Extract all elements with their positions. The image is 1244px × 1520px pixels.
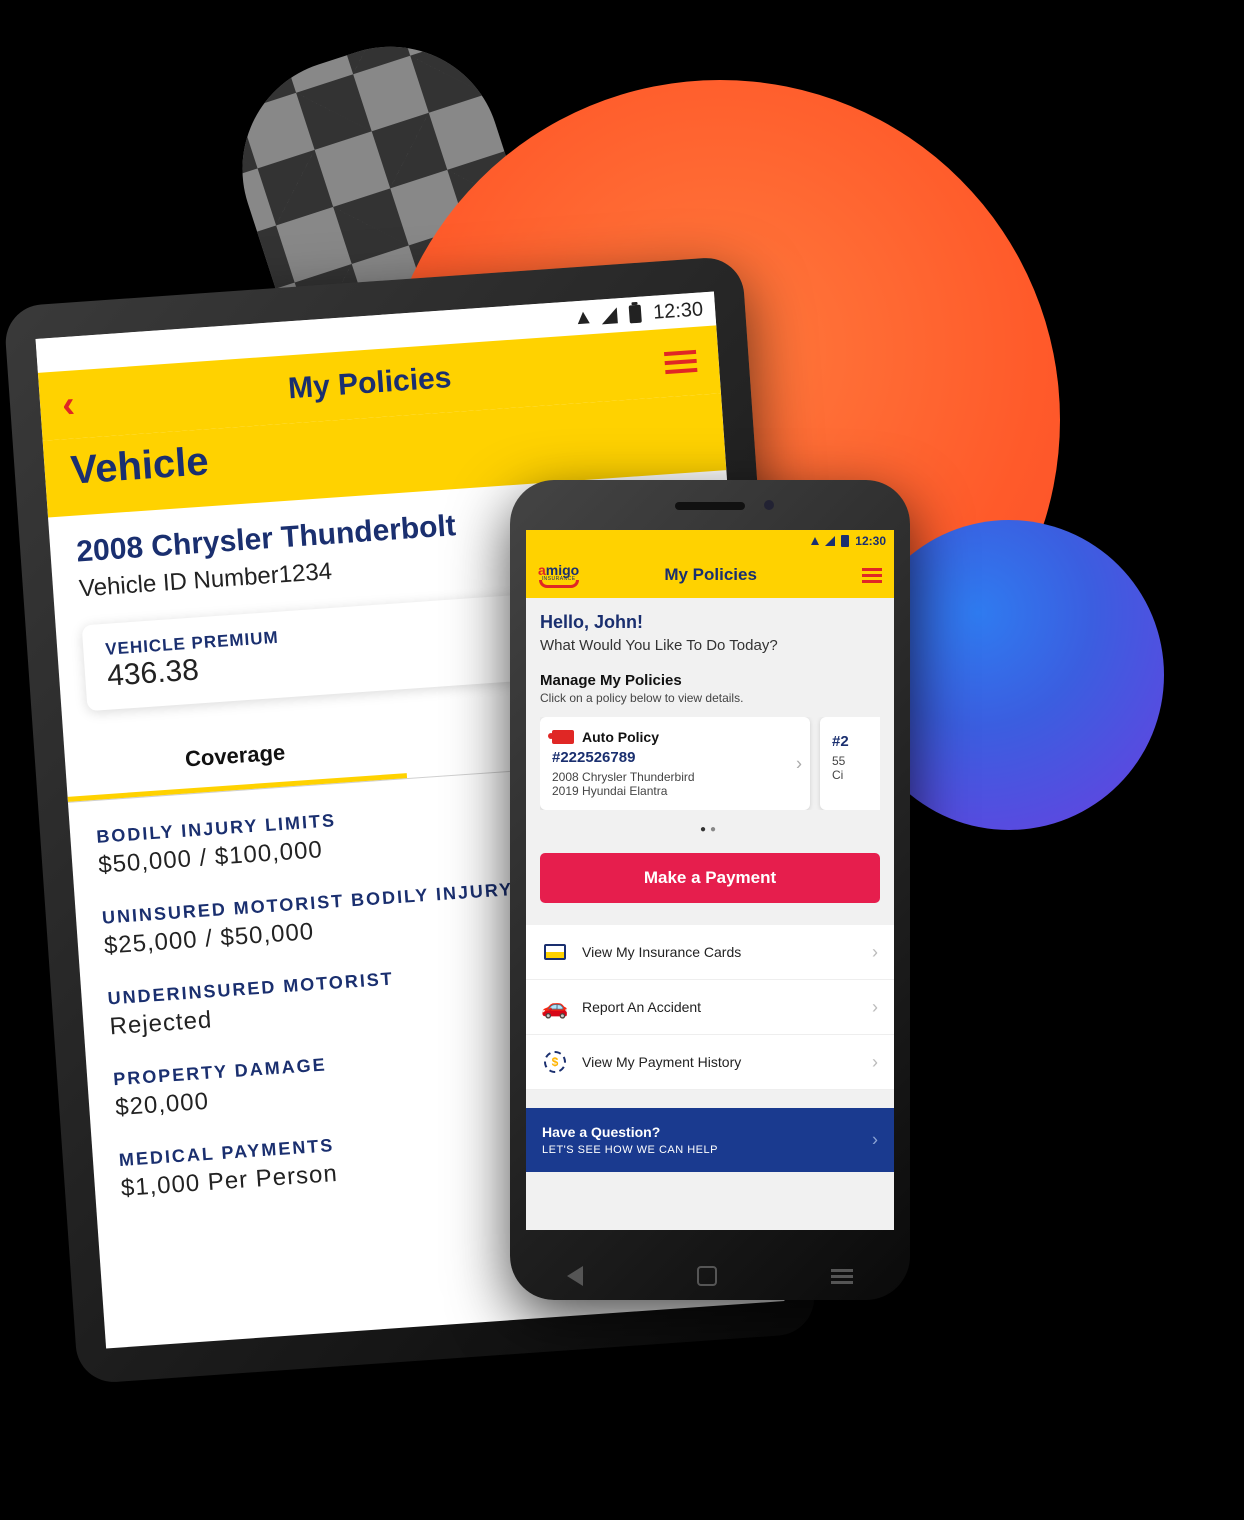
battery-icon — [841, 535, 849, 547]
page-title: My Policies — [664, 565, 757, 585]
make-payment-button[interactable]: Make a Payment — [540, 853, 880, 903]
policy-vehicle: Ci — [832, 768, 880, 782]
policy-vehicle: 2008 Chrysler Thunderbird — [552, 770, 798, 784]
policy-number: #222526789 — [552, 749, 798, 766]
battery-icon — [629, 305, 642, 324]
signal-icon — [825, 536, 835, 546]
hamburger-menu-icon[interactable] — [862, 568, 882, 583]
prompt-text: What Would You Like To Do Today? — [540, 637, 880, 654]
chevron-right-icon: › — [872, 1130, 878, 1151]
wifi-icon — [577, 311, 590, 324]
policy-card-title: Auto Policy — [582, 729, 659, 745]
policy-vehicle: 55 — [832, 754, 880, 768]
phone-camera — [764, 500, 774, 510]
wifi-icon — [811, 537, 819, 545]
phone-status-bar: 12:30 — [526, 530, 894, 552]
greeting: Hello, John! — [540, 612, 880, 633]
nav-recent-icon[interactable] — [831, 1269, 853, 1284]
hamburger-menu-icon[interactable] — [664, 350, 697, 374]
smile-icon — [539, 580, 579, 588]
report-accident-row[interactable]: 🚗 Report An Accident › — [526, 980, 894, 1035]
phone-speaker — [675, 502, 745, 510]
status-time: 12:30 — [855, 534, 886, 548]
phone-screen: 12:30 amigo INSURANCE My Policies Hello,… — [526, 530, 894, 1230]
row-label: Report An Accident — [582, 999, 701, 1015]
chevron-right-icon: › — [872, 942, 878, 963]
row-label: View My Payment History — [582, 1054, 741, 1070]
policy-vehicle: 2019 Hyundai Elantra — [552, 784, 798, 798]
accident-icon: 🚗 — [542, 994, 568, 1020]
status-time: 12:30 — [652, 298, 704, 324]
manage-policies-sub: Click on a policy below to view details. — [540, 691, 880, 705]
page-title: My Policies — [287, 361, 452, 406]
manage-policies-heading: Manage My Policies — [540, 672, 880, 689]
android-nav-bar — [510, 1266, 910, 1286]
action-list: View My Insurance Cards › 🚗 Report An Ac… — [526, 925, 894, 1090]
nav-back-icon[interactable] — [567, 1266, 583, 1286]
auto-icon — [552, 730, 574, 744]
question-card[interactable]: Have a Question? LET'S SEE HOW WE CAN HE… — [526, 1108, 894, 1172]
phone-topbar: amigo INSURANCE My Policies — [526, 552, 894, 598]
nav-home-icon[interactable] — [697, 1266, 717, 1286]
chevron-right-icon: › — [872, 1052, 878, 1073]
amigo-logo: amigo INSURANCE — [538, 563, 579, 588]
policy-card-carousel[interactable]: Auto Policy #222526789 2008 Chrysler Thu… — [540, 717, 880, 810]
chevron-right-icon: › — [796, 753, 802, 774]
payment-history-row[interactable]: $ View My Payment History › — [526, 1035, 894, 1090]
view-insurance-cards-row[interactable]: View My Insurance Cards › — [526, 925, 894, 980]
id-card-icon — [544, 944, 566, 960]
row-label: View My Insurance Cards — [582, 944, 741, 960]
question-heading: Have a Question? — [542, 1124, 878, 1140]
phone-device-frame: 12:30 amigo INSURANCE My Policies Hello,… — [510, 480, 910, 1300]
history-dollar-icon: $ — [544, 1051, 566, 1073]
back-button[interactable]: ‹ — [61, 385, 76, 424]
policy-card[interactable]: #2 55 Ci — [820, 717, 880, 810]
carousel-dots: ●● — [540, 824, 880, 835]
question-sub: LET'S SEE HOW WE CAN HELP — [542, 1144, 878, 1156]
signal-icon — [601, 307, 618, 324]
policy-card[interactable]: Auto Policy #222526789 2008 Chrysler Thu… — [540, 717, 810, 810]
policy-number: #2 — [832, 733, 880, 750]
chevron-right-icon: › — [872, 997, 878, 1018]
